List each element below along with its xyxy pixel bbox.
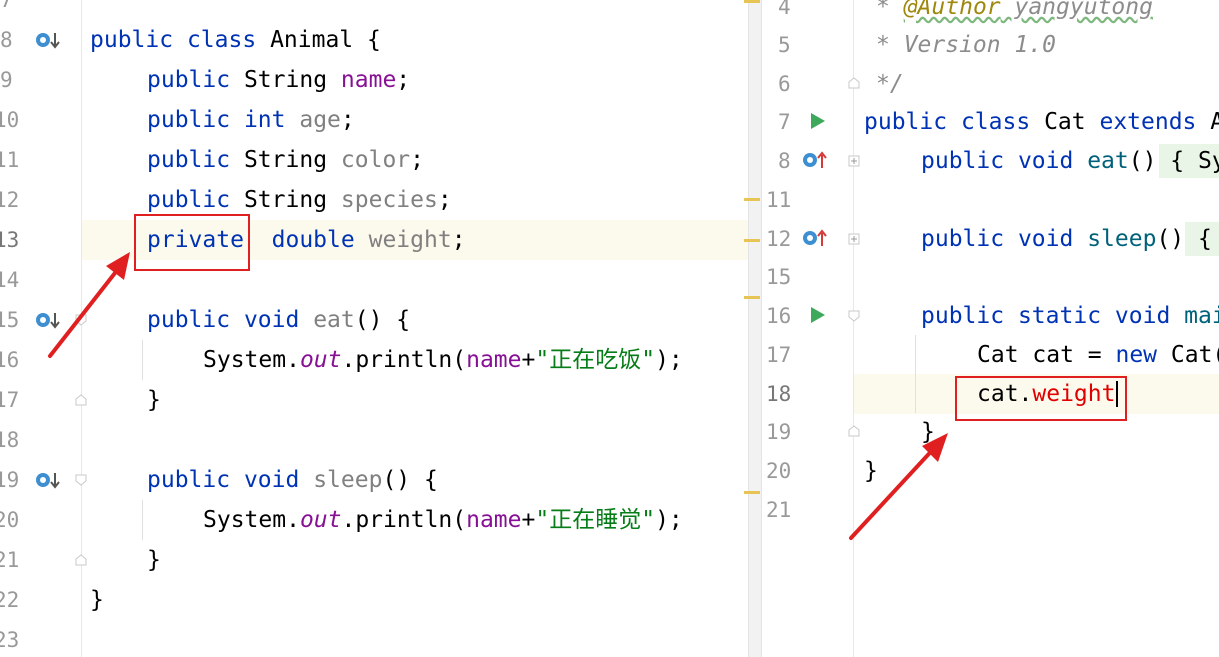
right-editor-pane[interactable]: 4 5 6 7 8 11 12 15 16 17 18 19 20 21 * @…: [762, 0, 1219, 657]
left-editor-pane[interactable]: 7 8 9 10 11 12 13 14 15 16 17 18 19 20 2…: [0, 0, 748, 657]
indent-guide: [142, 500, 143, 540]
override-down-icon[interactable]: [35, 471, 63, 495]
fold-end-icon[interactable]: [75, 554, 87, 566]
line-number: 17: [0, 388, 20, 412]
line-number: 19: [0, 468, 20, 492]
line-number: 20: [0, 508, 20, 532]
pane-splitter[interactable]: [748, 0, 762, 657]
line-number: 18: [0, 428, 20, 452]
scroll-marker: [744, 198, 760, 201]
code-line[interactable]: }: [90, 580, 104, 620]
red-arrow-icon: [48, 252, 130, 358]
line-number: 23: [0, 628, 20, 652]
line-number: 22: [0, 588, 20, 612]
code-line[interactable]: public void sleep() {: [147, 460, 438, 500]
scroll-marker: [744, 296, 760, 299]
code-line[interactable]: System.out.println(name+"正在吃饭");: [203, 340, 683, 380]
fold-end-icon[interactable]: [75, 394, 87, 406]
line-number: 21: [0, 548, 20, 572]
code-line[interactable]: System.out.println(name+"正在睡觉");: [203, 500, 683, 540]
code-line[interactable]: }: [147, 380, 161, 420]
scroll-marker: [744, 0, 760, 3]
fold-start-icon[interactable]: [75, 474, 87, 486]
code-line[interactable]: Cat cat = new Cat(: [977, 335, 1219, 375]
scroll-marker: [744, 491, 760, 494]
code-line[interactable]: }: [147, 540, 161, 580]
scroll-marker: [744, 239, 760, 242]
red-arrow-icon: [849, 433, 948, 540]
